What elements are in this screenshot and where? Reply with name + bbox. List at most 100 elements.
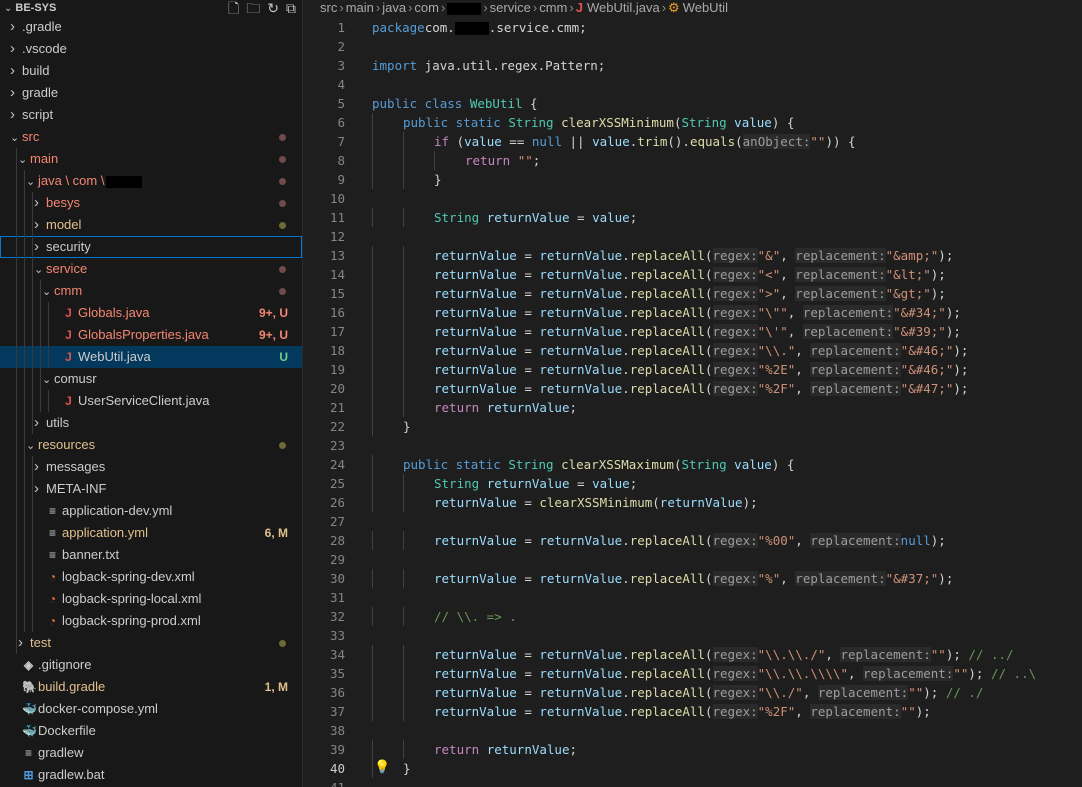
chevron-down-icon[interactable]: ⌄ bbox=[10, 127, 22, 149]
code-line[interactable]: 28 returnValue = returnValue.replaceAll(r… bbox=[303, 531, 1082, 550]
tree-item[interactable]: › security bbox=[0, 236, 302, 258]
breadcrumb-file[interactable]: WebUtil.java bbox=[587, 0, 660, 15]
chevron-down-icon[interactable]: ⌄ bbox=[18, 149, 30, 171]
code-line[interactable]: 38 bbox=[303, 721, 1082, 740]
workspace-title[interactable]: BE-SYS bbox=[15, 2, 56, 14]
tree-item[interactable]: › gradle bbox=[0, 82, 302, 104]
chevron-down-icon[interactable]: ⌄ bbox=[26, 171, 38, 193]
tree-item[interactable]: 🐳Dockerfile bbox=[0, 720, 302, 742]
tree-item[interactable]: ⌄ src bbox=[0, 126, 302, 148]
breadcrumb-item[interactable]: com bbox=[414, 0, 439, 15]
new-file-icon[interactable]: 🗋 bbox=[228, 0, 239, 16]
code-line[interactable]: 29 bbox=[303, 550, 1082, 569]
tree-item[interactable]: › build bbox=[0, 60, 302, 82]
tree-item[interactable]: ≡ banner.txt bbox=[0, 544, 302, 566]
code-line[interactable]: 18 returnValue = returnValue.replaceAll(r… bbox=[303, 341, 1082, 360]
chevron-right-icon[interactable]: › bbox=[10, 16, 22, 38]
code-line[interactable]: 39 return returnValue; bbox=[303, 740, 1082, 759]
code-line[interactable]: 21 return returnValue; bbox=[303, 398, 1082, 417]
breadcrumb-item[interactable]: src bbox=[320, 0, 337, 15]
code-line[interactable]: 15 returnValue = returnValue.replaceAll(r… bbox=[303, 284, 1082, 303]
tree-item[interactable]: › META-INF bbox=[0, 478, 302, 500]
code-line[interactable]: 23 bbox=[303, 436, 1082, 455]
code-line[interactable]: 37 returnValue = returnValue.replaceAll(r… bbox=[303, 702, 1082, 721]
code-line[interactable]: 30 returnValue = returnValue.replaceAll(r… bbox=[303, 569, 1082, 588]
tree-item[interactable]: › .gradle bbox=[0, 16, 302, 38]
tree-item[interactable]: ≡ application.yml 6, M bbox=[0, 522, 302, 544]
chevron-down-icon[interactable]: ⌄ bbox=[34, 259, 46, 281]
tree-item[interactable]: ⌄ comusr bbox=[0, 368, 302, 390]
tree-item[interactable]: ◈ .gitignore bbox=[0, 654, 302, 676]
breadcrumb-item[interactable]: cmm bbox=[539, 0, 567, 15]
tree-item[interactable]: › besys bbox=[0, 192, 302, 214]
breadcrumb-item[interactable]: java bbox=[382, 0, 406, 15]
code-line[interactable]: 35 returnValue = returnValue.replaceAll(r… bbox=[303, 664, 1082, 683]
tree-item[interactable]: ◔ logback-spring-local.xml bbox=[0, 588, 302, 610]
breadcrumb-symbol[interactable]: WebUtil bbox=[683, 0, 728, 15]
code-line[interactable]: 32 // \\. => . bbox=[303, 607, 1082, 626]
chevron-right-icon[interactable]: › bbox=[34, 192, 46, 214]
code-line[interactable]: 41 bbox=[303, 778, 1082, 787]
breadcrumb-item[interactable]: service bbox=[490, 0, 531, 15]
code-line[interactable]: 2 bbox=[303, 37, 1082, 56]
tree-item[interactable]: ≡ application-dev.yml bbox=[0, 500, 302, 522]
code-line[interactable]: 9} bbox=[303, 170, 1082, 189]
breadcrumb-item-redacted[interactable] bbox=[447, 2, 482, 15]
breadcrumb-item[interactable]: main bbox=[346, 0, 374, 15]
code-line[interactable]: 20 returnValue = returnValue.replaceAll(r… bbox=[303, 379, 1082, 398]
tree-item[interactable]: › utils bbox=[0, 412, 302, 434]
code-line[interactable]: 7 if (value == null || value.trim().equal… bbox=[303, 132, 1082, 151]
code-line[interactable]: 22} bbox=[303, 417, 1082, 436]
tree-item[interactable]: › .vscode bbox=[0, 38, 302, 60]
code-line[interactable]: 4 bbox=[303, 75, 1082, 94]
lightbulb-icon[interactable]: 💡 bbox=[374, 758, 390, 777]
tree-item[interactable]: ⌄ resources bbox=[0, 434, 302, 456]
tree-item[interactable]: › model bbox=[0, 214, 302, 236]
tree-item[interactable]: › script bbox=[0, 104, 302, 126]
chevron-right-icon[interactable]: › bbox=[10, 38, 22, 60]
new-folder-icon[interactable]: 🗀 bbox=[246, 0, 260, 16]
chevron-down-icon[interactable]: ⌄ bbox=[42, 369, 54, 391]
code-line[interactable]: 24 public static String clearXSSMaximum(S… bbox=[303, 455, 1082, 474]
tree-item[interactable]: ⊞ gradlew.bat bbox=[0, 764, 302, 786]
tree-item[interactable]: 🐳docker-compose.yml bbox=[0, 698, 302, 720]
refresh-icon[interactable]: ↻ bbox=[267, 0, 279, 16]
chevron-right-icon[interactable]: › bbox=[10, 60, 22, 82]
code-line[interactable]: 3 import java.util.regex.Pattern; bbox=[303, 56, 1082, 75]
tree-item[interactable]: ◔ logback-spring-prod.xml bbox=[0, 610, 302, 632]
code-area[interactable]: 1 packagecom. .service.cmm; 2 3 import java.u… bbox=[303, 18, 1082, 787]
tree-item[interactable]: › test bbox=[0, 632, 302, 654]
collapse-all-icon[interactable]: ⧉ bbox=[286, 0, 296, 16]
tree-item[interactable]: J UserServiceClient.java bbox=[0, 390, 302, 412]
tree-item[interactable]: J WebUtil.java U bbox=[0, 346, 302, 368]
tree-item[interactable]: 🐘build.gradle 1, M bbox=[0, 676, 302, 698]
code-line[interactable]: 8 return ""; bbox=[303, 151, 1082, 170]
tree-item[interactable]: ⌄ service bbox=[0, 258, 302, 280]
tree-item[interactable]: ≡ gradlew bbox=[0, 742, 302, 764]
chevron-right-icon[interactable]: › bbox=[34, 478, 46, 500]
tree-item[interactable]: ⌄ cmm bbox=[0, 280, 302, 302]
tree-item[interactable]: ⌄ main bbox=[0, 148, 302, 170]
code-line[interactable]: 16 returnValue = returnValue.replaceAll(r… bbox=[303, 303, 1082, 322]
code-line[interactable]: 40 💡} bbox=[303, 759, 1082, 778]
code-line[interactable]: 34 returnValue = returnValue.replaceAll(r… bbox=[303, 645, 1082, 664]
code-line[interactable]: 26 returnValue = clearXSSMinimum(returnVa… bbox=[303, 493, 1082, 512]
tree-item[interactable]: J GlobalsProperties.java 9+, U bbox=[0, 324, 302, 346]
code-line[interactable]: 10 bbox=[303, 189, 1082, 208]
code-line[interactable]: 5 public class WebUtil { bbox=[303, 94, 1082, 113]
code-line[interactable]: 31 bbox=[303, 588, 1082, 607]
tree-item[interactable]: ◔ logback-spring-dev.xml bbox=[0, 566, 302, 588]
chevron-right-icon[interactable]: › bbox=[10, 104, 22, 126]
code-line[interactable]: 17 returnValue = returnValue.replaceAll(r… bbox=[303, 322, 1082, 341]
chevron-right-icon[interactable]: › bbox=[10, 82, 22, 104]
code-line[interactable]: 11 String returnValue = value; bbox=[303, 208, 1082, 227]
chevron-right-icon[interactable]: › bbox=[34, 236, 46, 258]
tree-item[interactable]: › messages bbox=[0, 456, 302, 478]
chevron-right-icon[interactable]: › bbox=[34, 412, 46, 434]
code-line[interactable]: 6 public static String clearXSSMinimum(St… bbox=[303, 113, 1082, 132]
code-line[interactable]: 13 returnValue = returnValue.replaceAll(r… bbox=[303, 246, 1082, 265]
code-line[interactable]: 12 bbox=[303, 227, 1082, 246]
chevron-down-icon[interactable]: ⌄ bbox=[42, 281, 54, 303]
code-line[interactable]: 14 returnValue = returnValue.replaceAll(r… bbox=[303, 265, 1082, 284]
code-line[interactable]: 33 bbox=[303, 626, 1082, 645]
